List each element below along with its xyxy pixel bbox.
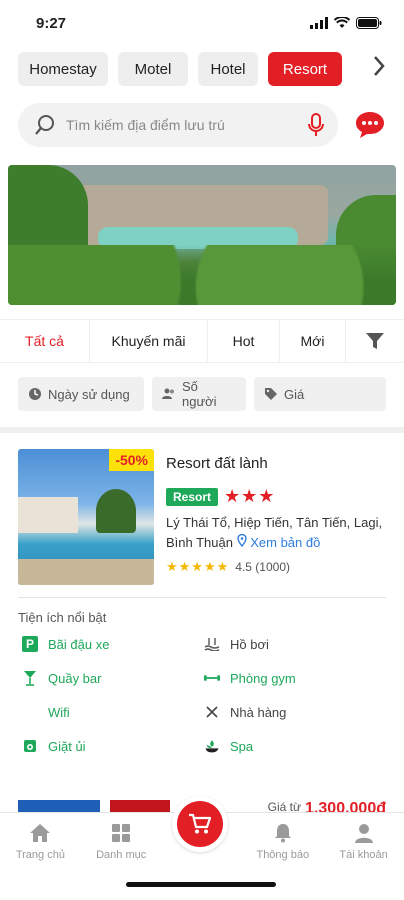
- tag-icon: [265, 388, 277, 400]
- cart-icon: [189, 813, 212, 834]
- spa-icon: [204, 738, 220, 754]
- nav-notifications-label: Thông báo: [256, 849, 310, 861]
- pool-icon: [204, 636, 220, 652]
- tab-promotion[interactable]: Khuyến mãi: [90, 320, 208, 362]
- nav-home-label: Trang chủ: [15, 849, 65, 861]
- nav-category[interactable]: Danh mục: [86, 823, 156, 900]
- search-icon: [35, 115, 54, 135]
- home-indicator: [126, 882, 276, 887]
- facility-restaurant: Nhà hàng: [204, 701, 386, 723]
- filter-buttons: Ngày sử dụng Số người Giá: [0, 363, 404, 425]
- filter-price-label: Giá: [284, 386, 305, 402]
- parking-icon: P: [22, 636, 38, 652]
- facility-pool: Hồ bơi: [204, 633, 386, 655]
- listing-badges: Resort ★★★: [166, 486, 386, 507]
- microphone-icon[interactable]: [308, 113, 324, 137]
- thumb-palm: [96, 489, 136, 533]
- bell-icon: [274, 824, 291, 843]
- facility-label: Nhà hàng: [230, 704, 287, 720]
- filter-tabs: Tất cả Khuyến mãi Hot Mới: [0, 319, 404, 363]
- tab-all[interactable]: Tất cả: [0, 320, 90, 362]
- facility-label: Phòng gym: [230, 670, 296, 686]
- thumb-building: [18, 497, 78, 533]
- tab-hot[interactable]: Hot: [208, 320, 280, 362]
- user-icon: [354, 824, 373, 843]
- nav-account-label: Tài khoản: [339, 849, 388, 861]
- category-chip-homestay[interactable]: Homestay: [18, 52, 108, 86]
- facility-gym: Phòng gym: [204, 667, 386, 689]
- promo-banner-image[interactable]: [8, 165, 396, 305]
- wifi-status-icon: [334, 17, 350, 28]
- filter-people-button[interactable]: Số người: [152, 377, 246, 411]
- restaurant-icon: [204, 704, 220, 720]
- search-bar[interactable]: Tìm kiếm địa điểm lưu trú: [18, 103, 338, 147]
- nav-home[interactable]: Trang chủ: [5, 823, 75, 900]
- category-chip-hotel[interactable]: Hotel: [198, 52, 258, 86]
- filter-date-label: Ngày sử dụng: [48, 386, 130, 402]
- search-input[interactable]: Tìm kiếm địa điểm lưu trú: [66, 117, 298, 133]
- wifi-icon: [22, 704, 38, 720]
- facilities-title: Tiện ích nổi bật: [18, 610, 107, 625]
- search-row: Tìm kiếm địa điểm lưu trú: [0, 103, 404, 147]
- signal-icon: [310, 17, 328, 29]
- people-icon: [162, 388, 174, 399]
- status-bar: 9:27: [0, 0, 404, 46]
- type-badge: Resort: [166, 487, 219, 506]
- category-chip-resort[interactable]: Resort: [268, 52, 342, 86]
- facility-label: Quầy bar: [48, 670, 102, 686]
- nav-account[interactable]: Tài khoản: [329, 823, 399, 900]
- rating-text: 4.5 (1000): [235, 560, 290, 574]
- facility-bar: Quầy bar: [22, 667, 204, 689]
- category-bar: Homestay Motel Hotel Resort: [0, 46, 404, 88]
- class-stars: ★★★: [224, 486, 276, 506]
- tab-new[interactable]: Mới: [280, 320, 346, 362]
- home-icon: [30, 824, 51, 842]
- location-pin-icon: [236, 533, 247, 548]
- facility-parking: P Bãi đậu xe: [22, 633, 204, 655]
- listing-thumbnail[interactable]: -50%: [18, 449, 154, 585]
- dumbbell-icon: [204, 670, 220, 686]
- nav-category-label: Danh mục: [96, 849, 147, 861]
- clock-icon: [29, 388, 41, 400]
- facility-spa: Spa: [204, 735, 386, 757]
- cocktail-icon: [22, 670, 38, 686]
- facility-label: Bãi đậu xe: [48, 636, 110, 652]
- listing-address: Lý Thái Tổ, Hiệp Tiến, Tân Tiến, Lagi, B…: [166, 513, 386, 553]
- rating-stars: ★★★★★: [166, 559, 230, 574]
- chat-icon[interactable]: [354, 110, 386, 140]
- filter-people-label: Số người: [181, 379, 217, 409]
- nav-notifications[interactable]: Thông báo: [248, 823, 318, 900]
- view-map-label: Xem bản đồ: [250, 535, 321, 550]
- facilities-grid: P Bãi đậu xe Hồ bơi Quầy bar Phòng gym W…: [0, 625, 404, 757]
- facility-label: Giặt ủi: [48, 738, 86, 754]
- thumb-deck: [18, 559, 154, 585]
- listing-info: Resort đất lành Resort ★★★ Lý Thái Tổ, H…: [166, 449, 386, 585]
- laundry-icon: [22, 738, 38, 754]
- cart-fab-button[interactable]: [172, 796, 228, 852]
- listing-card[interactable]: -50% Resort đất lành Resort ★★★ Lý Thái …: [0, 433, 404, 585]
- view-map-link[interactable]: Xem bản đồ: [236, 533, 321, 550]
- banner-trees-bottom: [8, 245, 396, 305]
- status-time: 9:27: [36, 14, 67, 32]
- battery-icon: [356, 17, 382, 29]
- discount-badge: -50%: [109, 449, 154, 471]
- category-chip-motel[interactable]: Motel: [118, 52, 188, 86]
- system-icons: [310, 17, 382, 29]
- cart-fab-inner: [177, 801, 223, 847]
- listing-rating: ★★★★★ 4.5 (1000): [166, 559, 386, 575]
- facility-laundry: Giặt ủi: [22, 735, 204, 757]
- facility-label: Wifi: [48, 704, 70, 720]
- listing-name[interactable]: Resort đất lành: [166, 455, 386, 472]
- facility-label: Spa: [230, 738, 254, 754]
- facility-wifi: Wifi: [22, 701, 204, 723]
- funnel-icon: [366, 333, 384, 349]
- filter-funnel-button[interactable]: [346, 320, 404, 362]
- facility-label: Hồ bơi: [230, 636, 269, 652]
- filter-date-button[interactable]: Ngày sử dụng: [18, 377, 144, 411]
- chevron-right-icon[interactable]: [372, 55, 386, 84]
- filter-price-button[interactable]: Giá: [254, 377, 386, 411]
- grid-icon: [112, 824, 131, 842]
